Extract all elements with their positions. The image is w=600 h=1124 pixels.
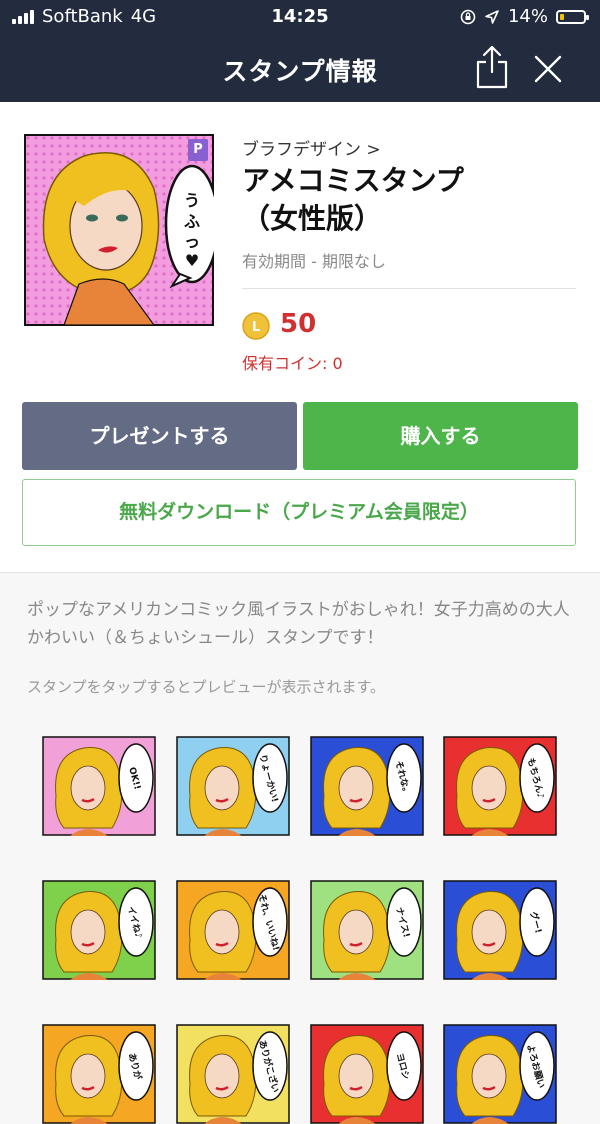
- sticker-preview[interactable]: ありが: [42, 1024, 156, 1124]
- close-icon[interactable]: [532, 54, 564, 84]
- navigation-bar: スタンプ情報: [0, 34, 600, 102]
- location-icon: [485, 9, 499, 24]
- sticker-preview[interactable]: イイね♪: [42, 880, 156, 980]
- battery-icon: [556, 9, 589, 24]
- creator-link[interactable]: ブラフデザイン >: [242, 135, 381, 160]
- sticker-info-panel: う ふ っ ♥ P ブラフデザイン > アメコミスタンプ （女性版） 有効期間 …: [0, 102, 600, 573]
- free-download-button[interactable]: 無料ダウンロード（プレミアム会員限定）: [22, 479, 576, 546]
- sticker-thumbnail[interactable]: う ふ っ ♥: [24, 134, 214, 326]
- sticker-description: ポップなアメリカンコミック風イラストがおしゃれ！女子力高めの大人かわいい（＆ちょ…: [27, 600, 570, 648]
- sticker-preview[interactable]: ナイス!: [310, 880, 424, 980]
- validity-period: 有効期間 - 期限なし: [242, 252, 386, 271]
- share-icon[interactable]: [474, 44, 510, 90]
- price: 50: [280, 309, 317, 339]
- sticker-preview[interactable]: それ、いいね!: [176, 880, 290, 980]
- battery-percent: 14%: [507, 6, 548, 27]
- sticker-preview[interactable]: ありがこざい: [176, 1024, 290, 1124]
- sticker-preview[interactable]: ヨロシ: [310, 1024, 424, 1124]
- title-line-1: アメコミスタンプ: [242, 164, 464, 197]
- sticker-preview[interactable]: よろお願い: [443, 1024, 557, 1124]
- coin-letter: L: [252, 320, 260, 335]
- svg-text:♥: ♥: [185, 251, 199, 270]
- gift-button[interactable]: プレゼントする: [22, 402, 297, 470]
- svg-text:う: う: [184, 191, 200, 210]
- sticker-title: アメコミスタンプ （女性版）: [242, 162, 582, 238]
- sticker-preview[interactable]: グー!: [443, 880, 557, 980]
- status-icons: 14%: [460, 6, 589, 27]
- premium-badge: P: [188, 139, 208, 161]
- buy-button[interactable]: 購入する: [303, 402, 578, 470]
- divider: [242, 288, 576, 289]
- orientation-lock-icon: [460, 9, 476, 24]
- sticker-preview[interactable]: それな。: [310, 736, 424, 836]
- title-line-2: （女性版）: [242, 202, 383, 235]
- status-bar: SoftBank 4G 14:25 14%: [0, 0, 600, 34]
- sticker-preview[interactable]: OK!!: [42, 736, 156, 836]
- preview-hint: スタンプをタップするとプレビューが表示されます。: [27, 678, 386, 696]
- page-title: スタンプ情報: [222, 57, 378, 86]
- coin-icon: L: [242, 312, 270, 340]
- svg-text:ふ: ふ: [184, 212, 200, 231]
- owned-coins: 保有コイン: 0: [242, 354, 343, 373]
- sticker-preview[interactable]: もちろん♪: [443, 736, 557, 836]
- svg-text:っ: っ: [184, 232, 200, 251]
- sticker-preview[interactable]: りょーかい!: [176, 736, 290, 836]
